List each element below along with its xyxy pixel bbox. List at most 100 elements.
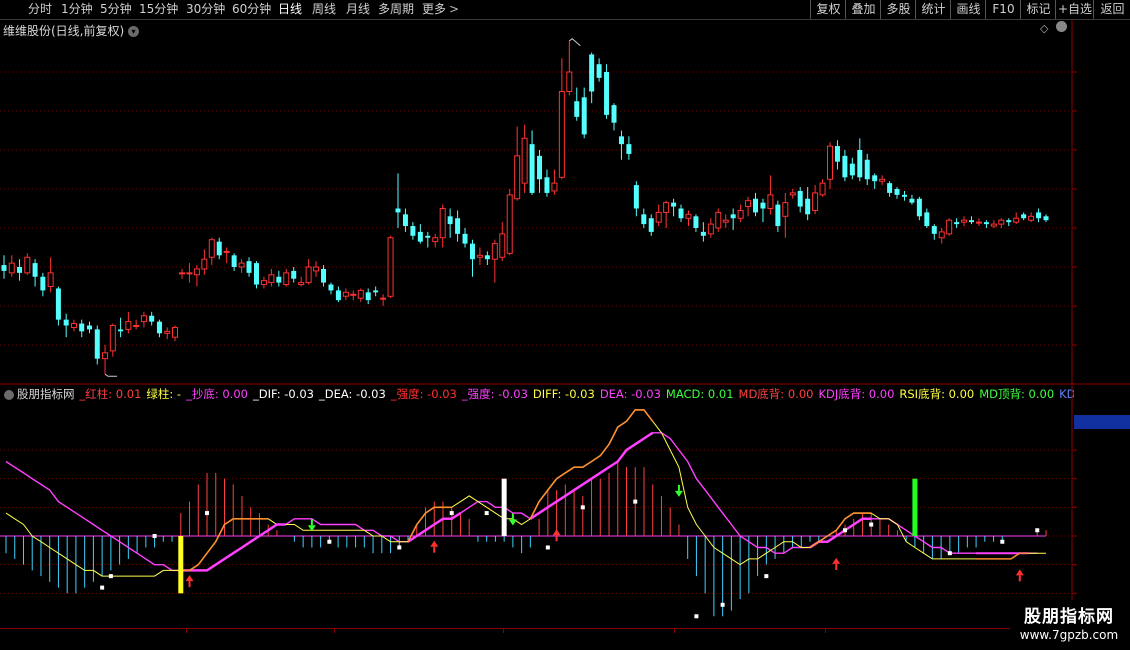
signal-dot xyxy=(1000,539,1005,544)
candle xyxy=(887,181,893,197)
candle xyxy=(842,150,848,182)
candle xyxy=(87,321,92,334)
candle xyxy=(909,194,915,205)
signal-dot xyxy=(720,602,725,607)
candle xyxy=(537,150,543,193)
candle xyxy=(156,319,162,338)
candle xyxy=(693,214,699,232)
candle xyxy=(484,251,490,266)
candle xyxy=(24,253,31,275)
candle xyxy=(447,208,453,238)
candle xyxy=(32,259,38,287)
signal-dot xyxy=(633,499,638,504)
candle xyxy=(611,103,617,131)
candle xyxy=(722,214,729,228)
period-tab-3[interactable]: 15分钟 xyxy=(139,1,178,18)
candle xyxy=(581,87,587,139)
signal-dot xyxy=(108,574,113,579)
toolbar-button-1[interactable]: 叠加 xyxy=(845,0,881,19)
candle xyxy=(268,268,275,287)
period-tab-5[interactable]: 60分钟 xyxy=(232,1,271,18)
candle xyxy=(685,210,692,227)
toolbar-button-0[interactable]: 复权 xyxy=(810,0,846,19)
candle xyxy=(373,286,379,297)
candle xyxy=(514,126,521,201)
signal-dot xyxy=(449,511,454,516)
candle xyxy=(140,311,147,328)
signal-dot xyxy=(484,511,489,516)
candle xyxy=(805,187,811,221)
arrow-up-icon xyxy=(1015,569,1024,582)
candle xyxy=(737,204,744,223)
period-tab-0[interactable]: 分时 xyxy=(28,1,52,18)
candle xyxy=(551,169,558,195)
candle xyxy=(574,87,580,121)
toolbar-button-6[interactable]: 标记 xyxy=(1020,0,1056,19)
signal-dot xyxy=(327,539,332,544)
candle xyxy=(1036,208,1042,223)
candle xyxy=(544,169,550,197)
toolbar-button-7[interactable]: +自选 xyxy=(1055,0,1094,19)
period-tab-10[interactable]: 更多 xyxy=(422,1,446,18)
period-toolbar: 分时 1分钟 5分钟 15分钟 30分钟 60分钟 日线 周线 月线 多周期 更多 > 复权 叠加 多股 统计… xyxy=(0,0,1130,20)
candle xyxy=(1028,212,1035,223)
candle xyxy=(969,216,975,225)
signal-dot xyxy=(694,614,699,619)
candle xyxy=(410,222,416,240)
candle xyxy=(715,208,722,232)
candle xyxy=(186,263,193,283)
candle xyxy=(633,181,639,217)
candle xyxy=(849,157,855,180)
candle xyxy=(305,259,312,285)
candle xyxy=(961,216,968,227)
candle xyxy=(350,290,357,301)
candle xyxy=(133,319,140,330)
period-tab-1[interactable]: 1分钟 xyxy=(61,1,93,18)
candle xyxy=(201,249,208,275)
candle xyxy=(655,204,662,227)
signal-dot xyxy=(205,511,210,516)
candlestick-chart xyxy=(0,20,1130,385)
candle xyxy=(589,52,595,104)
candle xyxy=(432,233,439,248)
candle xyxy=(1006,218,1012,227)
period-tab-7[interactable]: 周线 xyxy=(312,1,336,18)
candle xyxy=(864,153,870,186)
period-tab-4[interactable]: 30分钟 xyxy=(186,1,225,18)
indicator-current-value xyxy=(1074,415,1130,429)
toolbar-button-8[interactable]: 返回 xyxy=(1093,0,1130,19)
candle xyxy=(998,218,1005,228)
candle xyxy=(70,319,77,332)
toolbar-button-2[interactable]: 多股 xyxy=(880,0,916,19)
candle xyxy=(208,237,215,266)
candle xyxy=(1043,214,1049,223)
candle xyxy=(102,345,109,375)
arrow-up-icon xyxy=(832,557,841,570)
candle xyxy=(63,313,69,338)
toolbar-button-4[interactable]: 画线 xyxy=(950,0,986,19)
toolbar-button-3[interactable]: 统计 xyxy=(915,0,951,19)
candle xyxy=(335,286,341,303)
candle xyxy=(700,222,706,242)
candle xyxy=(172,325,178,342)
candle xyxy=(834,140,840,170)
candle xyxy=(321,265,327,287)
toolbar-button-5[interactable]: F10 xyxy=(985,0,1021,19)
diff-line xyxy=(5,409,1046,577)
period-tab-9[interactable]: 多周期 xyxy=(378,1,414,18)
candle xyxy=(439,204,446,248)
period-tab-6[interactable]: 日线 xyxy=(278,1,302,18)
period-tab-8[interactable]: 月线 xyxy=(346,1,370,18)
candle xyxy=(879,175,886,186)
candle xyxy=(975,218,982,227)
period-tab-2[interactable]: 5分钟 xyxy=(100,1,132,18)
more-chevron-icon[interactable]: > xyxy=(449,1,459,18)
candle xyxy=(506,189,513,256)
candle xyxy=(253,261,259,289)
candle xyxy=(328,282,334,295)
candle xyxy=(40,272,46,297)
signal-dot xyxy=(842,528,847,533)
candle xyxy=(231,253,237,271)
candle xyxy=(521,124,528,193)
candle xyxy=(990,220,997,228)
